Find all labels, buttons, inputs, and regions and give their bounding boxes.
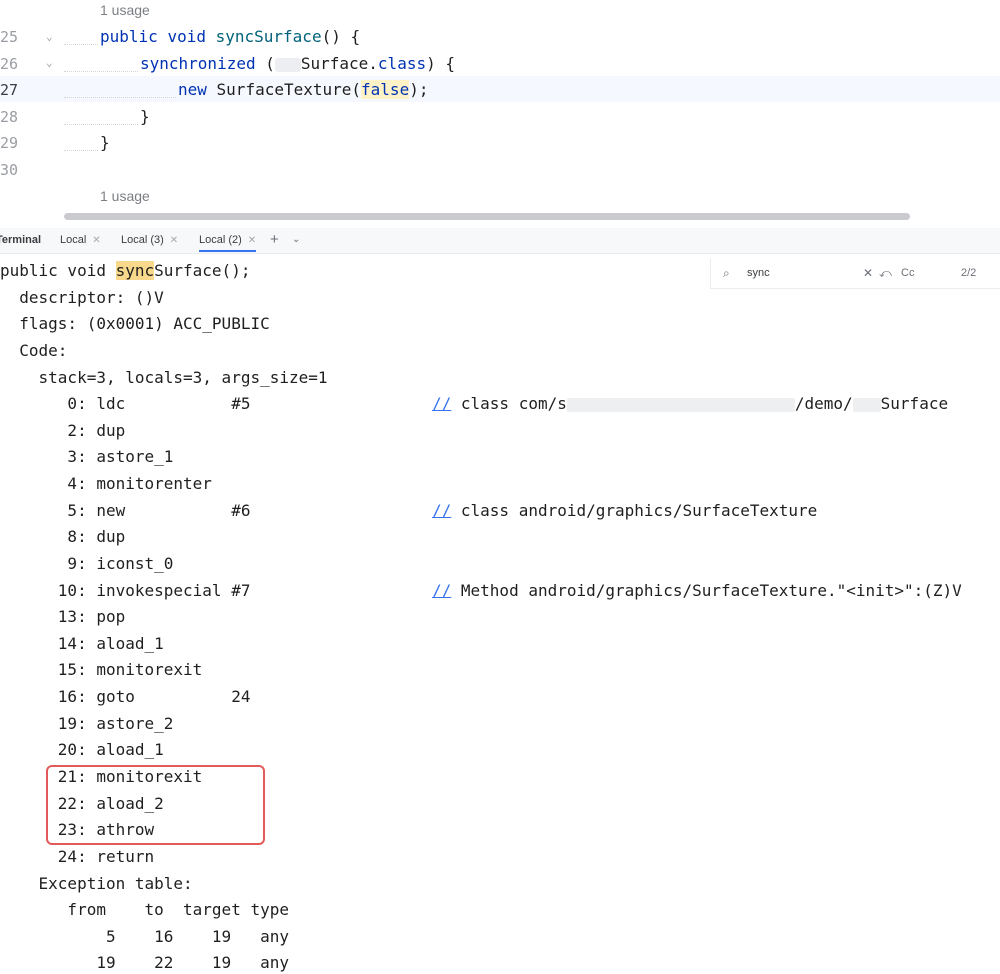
redacted-block	[274, 57, 301, 72]
terminal-line: 8: dup	[0, 527, 126, 546]
bytecode-comment: // Method android/graphics/SurfaceTextur…	[432, 580, 962, 602]
terminal-line: public void syncSurface();	[0, 260, 250, 282]
tab-local[interactable]: Local ✕	[60, 234, 101, 252]
code-line-27[interactable]: new SurfaceTexture(false);	[178, 80, 428, 99]
keyword: class	[377, 54, 427, 73]
terminal-line: 16: goto 24	[0, 687, 251, 706]
terminal-line: 13: pop	[0, 607, 126, 626]
search-input[interactable]: sync	[747, 267, 770, 279]
keyword: new	[178, 80, 207, 99]
code-text: class android/graphics/SurfaceTexture	[451, 501, 818, 520]
tab-label: Local (2)	[199, 234, 242, 246]
current-line-highlight	[0, 76, 1000, 102]
code-text: ) {	[426, 54, 455, 73]
code-text: Surface.	[300, 54, 378, 73]
terminal-line: 20: aload_1	[0, 740, 164, 759]
line-number: 30	[0, 161, 19, 179]
code-text: SurfaceTexture(	[206, 80, 362, 99]
bytecode-comment: // class com/s/demo/Surface	[432, 393, 948, 415]
search-icon[interactable]: ⌕	[723, 266, 730, 281]
terminal-line: 14: aload_1	[0, 634, 164, 653]
keyword: void	[167, 27, 206, 46]
indent-guide	[64, 44, 98, 45]
terminal-tab-bar: Terminal Local ✕ Local (3) ✕ Local (2) ✕ + …	[0, 228, 1000, 254]
search-match: sync	[115, 261, 155, 280]
terminal-line: 3: astore_1	[0, 447, 174, 466]
keyword: synchronized	[140, 54, 256, 73]
line-number: 27	[0, 81, 19, 99]
code-line-29[interactable]: }	[100, 133, 110, 152]
chevron-down-icon[interactable]: ⌄	[292, 234, 300, 245]
fold-chevron-icon[interactable]: ⌄	[46, 30, 53, 43]
horizontal-scrollbar[interactable]	[64, 213, 910, 220]
indent-guide	[64, 150, 98, 151]
tab-label: Local	[60, 234, 87, 246]
highlight-annotation-box	[46, 765, 265, 845]
terminal-line: 10: invokespecial #7	[0, 581, 251, 600]
terminal-line: 0: ldc #5	[0, 394, 251, 413]
terminal-line: 9: iconst_0	[0, 554, 174, 573]
terminal-line: 5: new #6	[0, 501, 251, 520]
match-count: 2/2	[961, 267, 977, 279]
indent-guide	[64, 71, 138, 72]
terminal-find-bar: ⌕ sync ✕ ⤺ Cc 2/2	[710, 258, 1000, 289]
terminal-line: descriptor: ()V	[0, 288, 164, 307]
terminal-line: 15: monitorexit	[0, 660, 203, 679]
line-number: 25	[0, 28, 19, 46]
new-tab-plus-icon[interactable]: +	[270, 231, 279, 248]
comment-slash: //	[432, 581, 452, 600]
redacted-block	[566, 397, 795, 412]
fold-chevron-icon[interactable]: ⌄	[46, 56, 53, 69]
exception-table-row: 19 22 19 any	[0, 953, 289, 972]
match-case-toggle[interactable]: Cc	[901, 267, 914, 279]
terminal-line: 4: monitorenter	[0, 474, 212, 493]
tab-local-3[interactable]: Local (3) ✕	[121, 234, 178, 252]
terminal-line: Code:	[0, 341, 68, 360]
clear-search-icon[interactable]: ✕	[863, 266, 873, 280]
code-text: Surface	[880, 394, 949, 413]
close-icon[interactable]: ✕	[248, 235, 256, 246]
code-line-26[interactable]: synchronized ( Surface.class) {	[140, 54, 455, 73]
usage-hint[interactable]: 1 usage	[100, 2, 150, 18]
code-text: );	[409, 80, 429, 99]
usage-hint[interactable]: 1 usage	[100, 188, 150, 204]
indent-guide	[64, 124, 138, 125]
method-name: syncSurface	[215, 27, 322, 46]
close-icon[interactable]: ✕	[92, 235, 100, 246]
bytecode-comment: // class android/graphics/SurfaceTexture	[432, 500, 817, 522]
terminal-line: 24: return	[0, 847, 155, 866]
code-line-25[interactable]: public void syncSurface() {	[100, 27, 360, 46]
indent-guide	[64, 97, 176, 98]
code-text: () {	[321, 27, 361, 46]
keyword: public	[100, 27, 158, 46]
code-text: Method android/graphics/SurfaceTexture."…	[451, 581, 962, 600]
terminal-output[interactable]: public void syncSurface(); descriptor: (…	[0, 255, 1000, 974]
exception-table-row: 5 16 19 any	[0, 927, 289, 946]
line-number: 26	[0, 55, 19, 73]
code-text: class com/s	[451, 394, 567, 413]
comment-slash: //	[432, 394, 452, 413]
terminal-line: 2: dup	[0, 421, 126, 440]
code-text: /demo/	[794, 394, 853, 413]
terminal-line: flags: (0x0001) ACC_PUBLIC	[0, 314, 270, 333]
terminal-line: Exception table:	[0, 874, 193, 893]
comment-slash: //	[432, 501, 452, 520]
tab-local-2[interactable]: Local (2) ✕	[199, 234, 257, 252]
line-number: 29	[0, 134, 19, 152]
redacted-block	[852, 397, 881, 412]
replace-toggle-icon[interactable]: ⤺	[879, 266, 892, 281]
line-number: 28	[0, 108, 19, 126]
exception-table-header: from to target type	[0, 900, 289, 919]
code-text: public void	[0, 261, 116, 280]
code-text: (	[255, 54, 275, 73]
code-text: Surface();	[154, 261, 251, 280]
close-icon[interactable]: ✕	[170, 235, 178, 246]
keyword-literal: false	[361, 80, 410, 99]
terminal-line: stack=3, locals=3, args_size=1	[0, 368, 328, 387]
code-line-28[interactable]: }	[140, 107, 150, 126]
code-editor[interactable]: 1 usage 25 26 27 28 29 30 ⌄ ⌄ public voi…	[0, 0, 1000, 232]
tab-label: Local (3)	[121, 234, 164, 246]
terminal-title: Terminal	[0, 234, 42, 246]
terminal-line: 19: astore_2	[0, 714, 174, 733]
